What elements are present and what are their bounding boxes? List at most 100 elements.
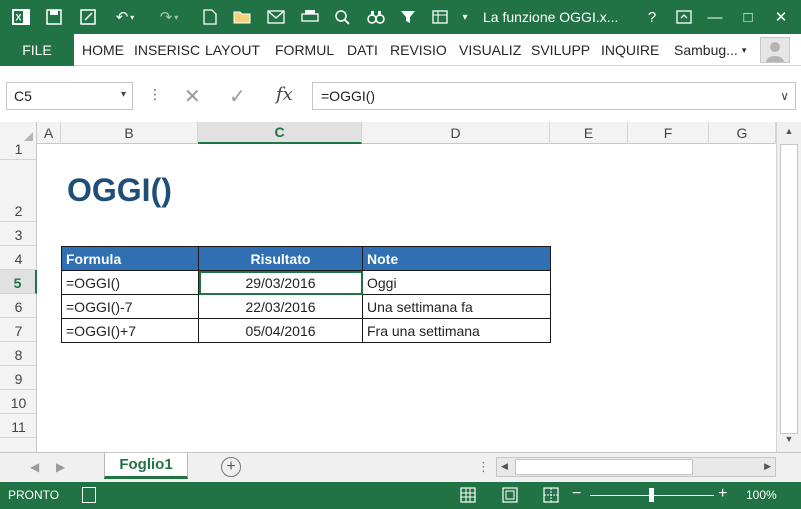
column-header-d[interactable]: D — [362, 122, 550, 144]
cell-b7[interactable]: =OGGI()+7 — [61, 318, 199, 343]
header-formula[interactable]: Formula — [61, 246, 199, 271]
row-header-8[interactable]: 8 — [0, 342, 37, 366]
tab-view[interactable]: VISUALIZ — [459, 34, 521, 66]
open-folder-icon[interactable] — [230, 5, 254, 29]
formula-input[interactable]: =OGGI() ∨ — [312, 82, 796, 110]
excel-logo-icon: X — [8, 5, 34, 29]
more-options-icon[interactable]: ⋮ — [148, 86, 162, 103]
column-header-b[interactable]: B — [61, 122, 198, 144]
scroll-down-icon[interactable]: ▼ — [781, 434, 797, 450]
minimize-button[interactable]: — — [700, 4, 730, 30]
email-icon[interactable] — [264, 5, 288, 29]
cell-d6[interactable]: Una settimana fa — [362, 294, 551, 319]
cell-area[interactable]: OGGI() Formula Risultato Note =OGGI() 29… — [37, 144, 776, 452]
table-row: =OGGI()+7 05/04/2016 Fra una settimana — [61, 318, 551, 343]
tab-insert[interactable]: INSERISC — [134, 34, 200, 66]
sheet-tab-foglio1[interactable]: Foglio1 — [104, 453, 188, 479]
table-row: =OGGI() 29/03/2016 Oggi — [61, 270, 551, 295]
print-preview-icon[interactable] — [330, 5, 354, 29]
filter-icon[interactable] — [396, 5, 420, 29]
cell-b6[interactable]: =OGGI()-7 — [61, 294, 199, 319]
cell-b5[interactable]: =OGGI() — [61, 270, 199, 295]
row-header-5[interactable]: 5 — [0, 270, 37, 294]
row-header-9[interactable]: 9 — [0, 366, 37, 390]
redo-icon[interactable]: ↷ ▾ — [152, 5, 186, 29]
undo-icon[interactable]: ↶ ▾ — [108, 5, 142, 29]
row-header-2[interactable]: 2 — [0, 160, 37, 222]
tab-data[interactable]: DATI — [347, 34, 378, 66]
horizontal-scroll-thumb[interactable] — [515, 459, 693, 475]
cell-d7[interactable]: Fra una settimana — [362, 318, 551, 343]
column-header-c[interactable]: C — [198, 122, 362, 144]
maximize-button[interactable]: □ — [733, 4, 763, 30]
find-binoculars-icon[interactable] — [364, 5, 388, 29]
column-header-a[interactable]: A — [37, 122, 61, 144]
zoom-slider-thumb[interactable] — [649, 488, 654, 502]
cell-c5-active[interactable]: 29/03/2016 — [198, 270, 363, 295]
column-header-e[interactable]: E — [550, 122, 628, 144]
column-header-f[interactable]: F — [628, 122, 709, 144]
tab-layout[interactable]: LAYOUT — [205, 34, 260, 66]
close-button[interactable]: ✕ — [766, 4, 796, 30]
row-header-1[interactable]: 1 — [0, 141, 37, 160]
vertical-scrollbar[interactable]: ▲ ▼ — [776, 122, 801, 452]
cancel-icon[interactable]: ✕ — [184, 84, 201, 109]
scroll-up-icon[interactable]: ▲ — [781, 126, 797, 142]
tab-split-handle-icon[interactable]: ⋮ — [477, 459, 490, 475]
header-risultato[interactable]: Risultato — [198, 246, 363, 271]
expand-formula-bar-icon[interactable]: ∨ — [780, 89, 789, 103]
worksheet-grid: A B C D E F G 1 2 3 4 5 6 7 8 9 10 11 OG… — [0, 122, 801, 452]
vertical-scroll-thumb[interactable] — [780, 144, 798, 434]
cell-c7[interactable]: 05/04/2016 — [198, 318, 363, 343]
row-header-10[interactable]: 10 — [0, 390, 37, 414]
row-header-4[interactable]: 4 — [0, 246, 37, 270]
add-sheet-icon[interactable]: + — [221, 457, 241, 477]
next-sheet-icon[interactable]: ▶ — [56, 460, 65, 474]
row-header-6[interactable]: 6 — [0, 294, 37, 318]
quick-print-icon[interactable] — [298, 5, 322, 29]
zoom-in-icon[interactable]: + — [718, 485, 727, 503]
tab-developer[interactable]: SVILUPP — [531, 34, 590, 66]
customize-qat-icon[interactable]: ▾ — [458, 5, 472, 29]
new-document-icon[interactable] — [198, 5, 222, 29]
tab-inquire[interactable]: INQUIRE — [601, 34, 659, 66]
page-break-preview-icon[interactable] — [543, 487, 559, 503]
row-header-11[interactable]: 11 — [0, 414, 37, 438]
save-icon[interactable] — [42, 5, 66, 29]
user-name-label: Sambug... — [674, 42, 738, 58]
tab-review[interactable]: REVISIO — [390, 34, 447, 66]
name-box[interactable]: C5 ▾ — [6, 82, 133, 110]
scroll-right-icon[interactable]: ▶ — [764, 461, 771, 472]
user-avatar-icon[interactable] — [760, 37, 790, 63]
scroll-left-icon[interactable]: ◀ — [501, 461, 508, 472]
macro-recording-icon[interactable] — [82, 487, 96, 503]
row-header-3[interactable]: 3 — [0, 222, 37, 246]
zoom-level[interactable]: 100% — [746, 488, 777, 502]
cell-c6[interactable]: 22/03/2016 — [198, 294, 363, 319]
form-icon[interactable] — [428, 5, 452, 29]
enter-check-icon[interactable]: ✓ — [229, 84, 246, 109]
help-button[interactable]: ? — [637, 4, 667, 30]
tab-formulas[interactable]: FORMUL — [275, 34, 334, 66]
chevron-down-icon[interactable]: ▾ — [121, 89, 126, 100]
column-headers: A B C D E F G — [0, 122, 776, 144]
page-layout-view-icon[interactable] — [502, 487, 518, 503]
cell-d5[interactable]: Oggi — [362, 270, 551, 295]
save-as-icon[interactable] — [76, 5, 100, 29]
zoom-out-icon[interactable]: − — [572, 485, 581, 503]
svg-text:X: X — [15, 13, 21, 23]
tab-file[interactable]: FILE — [0, 34, 74, 66]
tab-home[interactable]: HOME — [82, 34, 124, 66]
horizontal-scrollbar[interactable]: ◀ ▶ — [496, 457, 776, 477]
sheet-title[interactable]: OGGI() — [67, 172, 172, 209]
chevron-down-icon: ▾ — [741, 44, 747, 55]
header-note[interactable]: Note — [362, 246, 551, 271]
row-header-7[interactable]: 7 — [0, 318, 37, 342]
normal-view-icon[interactable] — [460, 487, 476, 503]
insert-function-icon[interactable]: fx — [276, 84, 293, 105]
ribbon-display-options-icon[interactable] — [669, 4, 699, 30]
previous-sheet-icon[interactable]: ◀ — [30, 460, 39, 474]
formula-value: =OGGI() — [321, 88, 376, 104]
user-account[interactable]: Sambug... ▾ — [674, 34, 746, 66]
column-header-g[interactable]: G — [709, 122, 776, 144]
